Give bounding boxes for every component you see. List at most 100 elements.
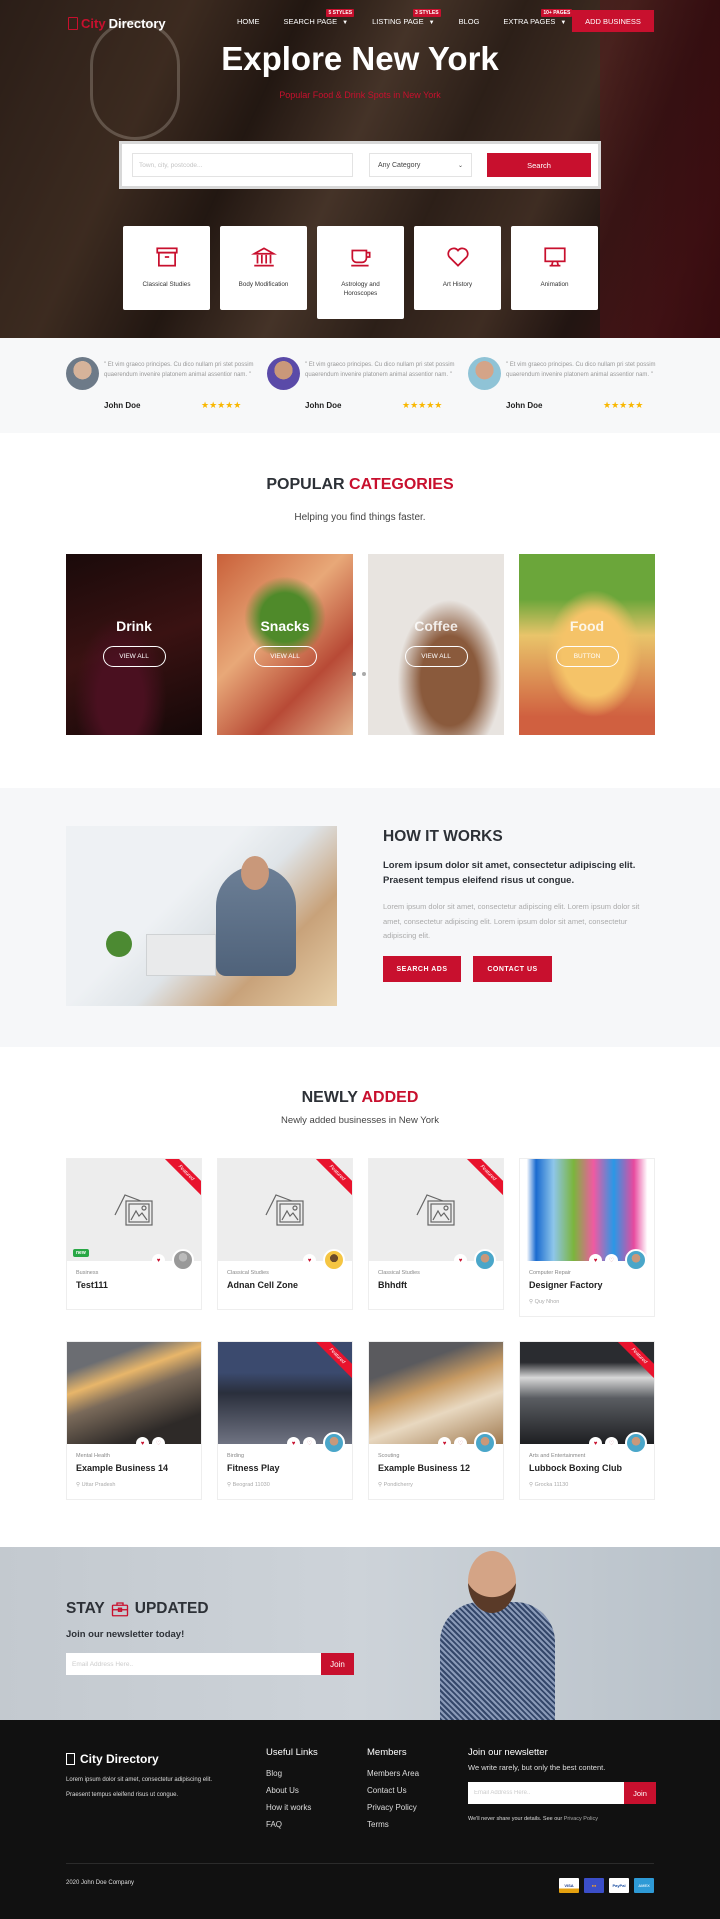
owner-avatar[interactable]: [474, 1432, 496, 1454]
join-button[interactable]: Join: [321, 1653, 354, 1675]
favorite-heart-icon[interactable]: ♥: [589, 1437, 602, 1450]
listing-name[interactable]: Test111: [76, 1280, 108, 1290]
tile-label: Classical Studies: [142, 281, 191, 288]
note-text: We'll never share your details. See our: [468, 1816, 564, 1822]
listing-card[interactable]: Featured ♥ Classical Studies Adnan Cell Zon…: [217, 1158, 353, 1310]
favorite-heart-icon[interactable]: ♥: [152, 1254, 165, 1267]
nav-blog[interactable]: BLOG: [459, 17, 480, 26]
nav-search-page[interactable]: SEARCH PAGE ▼ 5 STYLES: [284, 9, 355, 26]
view-all-button[interactable]: VIEW ALL: [253, 646, 317, 667]
copyright: 2020 John Doe Company: [66, 1880, 135, 1886]
listing-name[interactable]: Bhhdft: [378, 1280, 407, 1290]
carousel-dot[interactable]: [362, 672, 366, 676]
listing-name[interactable]: Example Business 14: [76, 1463, 168, 1473]
category-tile[interactable]: Classical Studies: [123, 226, 210, 310]
view-all-button[interactable]: BUTTON: [555, 646, 619, 667]
favorite-heart-icon[interactable]: ♥: [589, 1254, 602, 1267]
listing-card[interactable]: ♥ ♡ Computer Repair Designer Factory ⚲ Quy N…: [519, 1158, 655, 1317]
listing-name[interactable]: Fitness Play: [227, 1463, 280, 1473]
category-tile[interactable]: Body Modification: [220, 226, 307, 310]
nav-extra-pages[interactable]: EXTRA PAGES ▼ 10+ PAGES: [503, 9, 573, 26]
listing-image[interactable]: ♥ ♡: [520, 1159, 654, 1271]
footer-link-members-area[interactable]: Members Area: [367, 1765, 419, 1782]
category-select[interactable]: Any Category ⌄: [369, 153, 472, 177]
listing-image[interactable]: Featured ♥: [369, 1159, 503, 1271]
favorite-heart-icon[interactable]: ♥: [438, 1437, 451, 1450]
map-pin-icon[interactable]: ♡: [605, 1437, 618, 1450]
carousel-dot-active[interactable]: [352, 672, 356, 676]
owner-avatar[interactable]: [625, 1432, 647, 1454]
listing-card[interactable]: ♥ ♡ Scouting Example Business 12 ⚲ Pondicher…: [368, 1341, 504, 1500]
listing-card[interactable]: ♥ ♡ Mental Health Example Business 14 ⚲ Utta…: [66, 1341, 202, 1500]
category-tile[interactable]: Animation: [511, 226, 598, 310]
title-red: ADDED: [361, 1089, 419, 1106]
testimonial-text: " Et vim graeco principes. Cu dico nulla…: [104, 362, 254, 378]
image-person-head: [241, 856, 269, 890]
listing-image[interactable]: ♥ ♡: [67, 1342, 201, 1450]
featured-ribbon: Featured: [311, 1159, 352, 1199]
map-pin-icon[interactable]: ♡: [454, 1437, 467, 1450]
listing-image[interactable]: Featured ♥: [218, 1159, 352, 1271]
owner-avatar[interactable]: [474, 1249, 496, 1271]
listing-name[interactable]: Adnan Cell Zone: [227, 1280, 298, 1290]
listing-card[interactable]: Featured new ♥ Business Test111: [66, 1158, 202, 1310]
map-pin-icon[interactable]: ♡: [152, 1437, 165, 1450]
footer-about: Lorem ipsum dolor sit amet, consectetur …: [66, 1773, 256, 1803]
owner-avatar[interactable]: [323, 1432, 345, 1454]
payment-methods: VISA ●● PayPal AMEX: [559, 1878, 654, 1893]
category-card-coffee[interactable]: Coffee VIEW ALL: [368, 554, 504, 735]
view-all-button[interactable]: VIEW ALL: [102, 646, 166, 667]
site-logo[interactable]: City Directory: [68, 16, 166, 31]
favorite-heart-icon[interactable]: ♥: [454, 1254, 467, 1267]
footer-link-faq[interactable]: FAQ: [266, 1816, 318, 1833]
category-card-food[interactable]: Food BUTTON: [519, 554, 655, 735]
privacy-policy-link[interactable]: Privacy Policy: [564, 1816, 598, 1822]
tile-label: Body Modification: [238, 281, 289, 288]
newly-added-section: NEWLY ADDED Newly added businesses in Ne…: [0, 1047, 720, 1547]
listing-name[interactable]: Designer Factory: [529, 1280, 603, 1290]
footer-link-terms[interactable]: Terms: [367, 1816, 419, 1833]
listing-image[interactable]: Featured ♥ ♡: [218, 1342, 352, 1454]
search-ads-button[interactable]: SEARCH ADS: [383, 956, 461, 982]
listing-card[interactable]: Featured ♥ ♡ Arts and Entertainment Lubbock …: [519, 1341, 655, 1500]
nav-home[interactable]: HOME: [237, 17, 260, 26]
nav-listing-page[interactable]: LISTING PAGE ▼ 3 STYLES: [372, 9, 441, 26]
contact-us-button[interactable]: CONTACT US: [473, 956, 552, 982]
owner-avatar[interactable]: [172, 1249, 194, 1271]
category-tile[interactable]: Astrology and Horoscopes: [317, 226, 404, 319]
listing-image[interactable]: ♥ ♡: [369, 1342, 503, 1454]
listing-card[interactable]: Featured ♥ Classical Studies Bhhdft: [368, 1158, 504, 1310]
favorite-heart-icon[interactable]: ♥: [136, 1437, 149, 1450]
category-card-snacks[interactable]: Snacks VIEW ALL: [217, 554, 353, 735]
add-business-button[interactable]: ADD BUSINESS: [572, 10, 654, 32]
owner-avatar[interactable]: [323, 1249, 345, 1271]
footer-link-how-it-works[interactable]: How it works: [266, 1799, 318, 1816]
listing-category: Birding: [227, 1453, 245, 1459]
owner-avatar[interactable]: [625, 1249, 647, 1271]
favorite-heart-icon[interactable]: ♥: [303, 1254, 316, 1267]
footer-link-blog[interactable]: Blog: [266, 1765, 318, 1782]
listing-card[interactable]: Featured ♥ ♡ Birding Fitness Play ⚲ Beograd 1…: [217, 1341, 353, 1500]
caret-down-icon: ▼: [560, 20, 567, 26]
map-pin-icon[interactable]: ♡: [605, 1254, 618, 1267]
footer-link-privacy[interactable]: Privacy Policy: [367, 1799, 419, 1816]
listing-image[interactable]: Featured ♥ ♡: [520, 1342, 654, 1454]
footer-link-contact[interactable]: Contact Us: [367, 1782, 419, 1799]
listing-category: Business: [76, 1270, 99, 1276]
footer-link-about[interactable]: About Us: [266, 1782, 318, 1799]
listing-name[interactable]: Example Business 12: [378, 1463, 470, 1473]
footer-email-input[interactable]: [468, 1782, 624, 1804]
listing-image[interactable]: Featured new ♥: [67, 1159, 201, 1271]
listing-name[interactable]: Lubbock Boxing Club: [529, 1463, 622, 1473]
email-input[interactable]: [66, 1653, 321, 1675]
useful-links: Useful Links Blog About Us How it works …: [266, 1747, 318, 1833]
search-button[interactable]: Search: [487, 153, 591, 177]
view-all-button[interactable]: VIEW ALL: [404, 646, 468, 667]
map-pin-icon[interactable]: ♡: [303, 1437, 316, 1450]
category-card-drink[interactable]: Drink VIEW ALL: [66, 554, 202, 735]
location-search-input[interactable]: [132, 153, 353, 177]
category-tile[interactable]: Art History: [414, 226, 501, 310]
footer-logo[interactable]: City Directory: [66, 1752, 159, 1766]
favorite-heart-icon[interactable]: ♥: [287, 1437, 300, 1450]
footer-join-button[interactable]: Join: [624, 1782, 656, 1804]
